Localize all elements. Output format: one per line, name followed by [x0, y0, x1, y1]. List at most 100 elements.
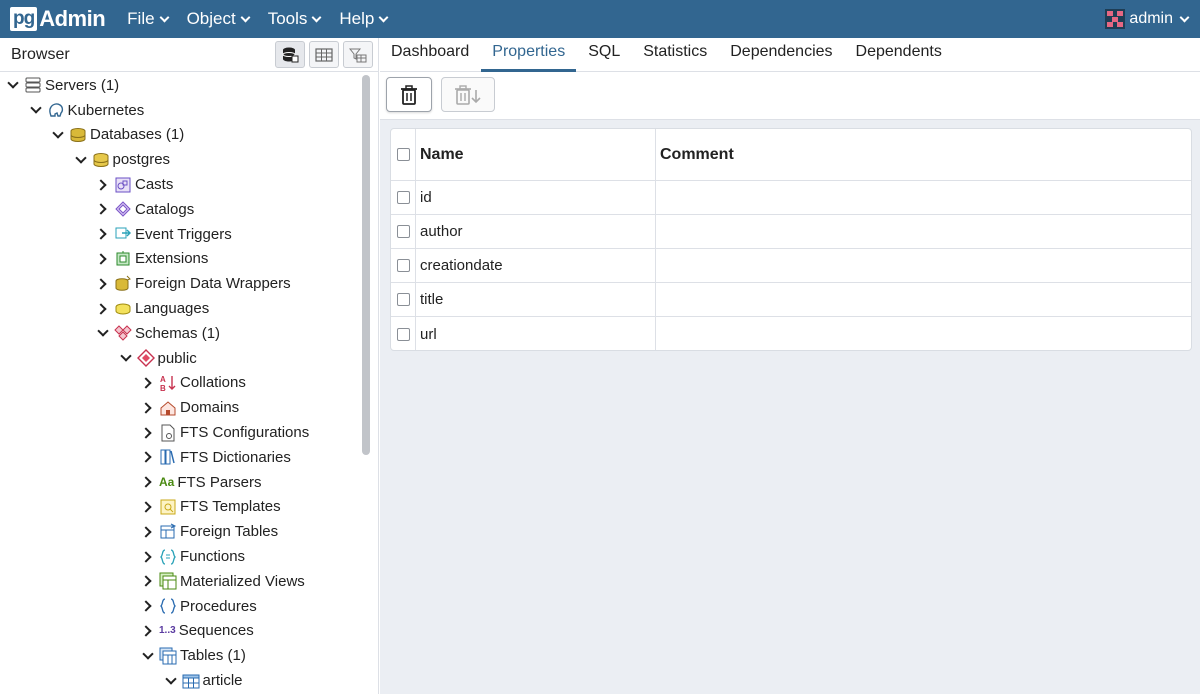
- chevron-right-icon[interactable]: [98, 204, 108, 214]
- row-checkbox[interactable]: [396, 293, 410, 306]
- chevron-down-icon[interactable]: [31, 105, 41, 115]
- tree-node[interactable]: Materialized Views: [0, 569, 362, 594]
- table-row[interactable]: id: [391, 181, 1191, 215]
- tree-node[interactable]: postgres: [0, 147, 362, 172]
- tree-node[interactable]: Event Triggers: [0, 222, 362, 247]
- chevron-right-icon[interactable]: [143, 527, 153, 537]
- row-select-cell: [391, 249, 416, 282]
- chevron-right-icon[interactable]: [98, 180, 108, 190]
- row-checkbox[interactable]: [396, 225, 410, 238]
- tree-node[interactable]: FTS Dictionaries: [0, 445, 362, 470]
- chevron-right-icon[interactable]: [143, 626, 153, 636]
- languages-icon: [114, 300, 132, 318]
- delete-button[interactable]: [386, 77, 432, 112]
- tree-node[interactable]: Procedures: [0, 594, 362, 619]
- chevron-right-icon[interactable]: [143, 601, 153, 611]
- row-checkbox[interactable]: [396, 191, 410, 204]
- tree-node[interactable]: A B Collations: [0, 371, 362, 396]
- tab-properties[interactable]: Properties: [481, 37, 577, 72]
- filtered-rows-button[interactable]: [343, 41, 373, 68]
- chevron-right-icon[interactable]: [98, 304, 108, 314]
- tree-node[interactable]: Functions: [0, 544, 362, 569]
- tree-node[interactable]: Domains: [0, 395, 362, 420]
- chevron-down-icon[interactable]: [8, 80, 18, 90]
- tree-node-label: Extensions: [135, 250, 209, 268]
- chevron-down-icon[interactable]: [166, 676, 176, 686]
- tree-node[interactable]: Databases (1): [0, 123, 362, 148]
- database-query-icon: [282, 47, 299, 62]
- chevron-right-icon[interactable]: [143, 452, 153, 462]
- cell-name: author: [416, 215, 656, 248]
- chevron-down-icon[interactable]: [53, 130, 63, 140]
- menu-object-label: Object: [186, 9, 236, 28]
- chevron-right-icon[interactable]: [98, 229, 108, 239]
- chevron-right-icon[interactable]: [98, 279, 108, 289]
- chevron-right-icon[interactable]: [143, 477, 153, 487]
- tree-node[interactable]: Foreign Data Wrappers: [0, 271, 362, 296]
- tree-node[interactable]: FTS Templates: [0, 495, 362, 520]
- tab-statistics[interactable]: Statistics: [632, 37, 718, 71]
- tree-node[interactable]: Foreign Tables: [0, 519, 362, 544]
- tree-node[interactable]: Catalogs: [0, 197, 362, 222]
- row-checkbox[interactable]: [396, 259, 410, 272]
- pgadmin-logo[interactable]: pg Admin: [10, 6, 106, 32]
- tree-node[interactable]: Extensions: [0, 247, 362, 272]
- tree-node[interactable]: 1..3 Sequences: [0, 619, 362, 644]
- tree-node[interactable]: Schemas (1): [0, 321, 362, 346]
- tree-scrollbar[interactable]: [362, 75, 370, 693]
- tree-node[interactable]: Kubernetes: [0, 98, 362, 123]
- table-row[interactable]: creationdate: [391, 249, 1191, 283]
- chevron-right-icon[interactable]: [143, 502, 153, 512]
- tree-node-label: Foreign Tables: [180, 523, 279, 541]
- chevron-down-icon[interactable]: [98, 328, 108, 338]
- svg-text:A: A: [160, 375, 166, 384]
- table-row[interactable]: title: [391, 283, 1191, 317]
- row-checkbox[interactable]: [396, 327, 410, 341]
- menu-tools[interactable]: Tools: [268, 9, 322, 29]
- view-data-button[interactable]: [309, 41, 339, 68]
- tree-node-label: FTS Templates: [180, 498, 281, 516]
- chevron-down-icon: [159, 12, 170, 22]
- tree-node[interactable]: Tables (1): [0, 643, 362, 668]
- tree-node-label: FTS Parsers: [177, 473, 262, 491]
- tree-node[interactable]: FTS Configurations: [0, 420, 362, 445]
- database-icon: [92, 151, 110, 169]
- tree-node-label: Catalogs: [135, 200, 195, 218]
- chevron-right-icon[interactable]: [98, 254, 108, 264]
- domains-icon: [159, 399, 177, 417]
- tree-node[interactable]: Servers (1): [0, 73, 362, 98]
- header-comment[interactable]: Comment: [656, 129, 1191, 180]
- svg-text:B: B: [160, 384, 166, 392]
- chevron-right-icon[interactable]: [143, 552, 153, 562]
- menu-file[interactable]: File: [127, 9, 170, 29]
- table-row[interactable]: author: [391, 215, 1191, 249]
- filter-table-icon: [349, 48, 367, 62]
- chevron-right-icon[interactable]: [143, 403, 153, 413]
- tab-sql[interactable]: SQL: [577, 37, 631, 71]
- tab-dependencies[interactable]: Dependencies: [719, 37, 843, 71]
- tree-node[interactable]: article: [0, 668, 362, 693]
- tree-node[interactable]: Casts: [0, 172, 362, 197]
- user-menu[interactable]: admin: [1105, 0, 1190, 38]
- header-name[interactable]: Name: [416, 129, 656, 180]
- chevron-down-icon[interactable]: [76, 155, 86, 165]
- chevron-right-icon[interactable]: [143, 428, 153, 438]
- menu-object[interactable]: Object: [186, 9, 251, 29]
- tree-node-label: Functions: [180, 548, 246, 566]
- query-tool-button[interactable]: [275, 41, 305, 68]
- menu-help[interactable]: Help: [339, 9, 389, 29]
- chevron-right-icon[interactable]: [143, 576, 153, 586]
- chevron-down-icon[interactable]: [143, 651, 153, 661]
- chevron-down-icon[interactable]: [121, 353, 131, 363]
- select-all-checkbox[interactable]: [396, 148, 410, 161]
- chevron-right-icon[interactable]: [143, 378, 153, 388]
- tree-node[interactable]: Aa FTS Parsers: [0, 470, 362, 495]
- tab-dependents[interactable]: Dependents: [845, 37, 953, 71]
- cell-comment: [656, 283, 1191, 316]
- tree-node[interactable]: public: [0, 346, 362, 371]
- table-row[interactable]: url: [391, 317, 1191, 350]
- delete-cascade-button[interactable]: [441, 77, 495, 112]
- tab-dashboard[interactable]: Dashboard: [380, 37, 480, 71]
- tree-node[interactable]: Languages: [0, 296, 362, 321]
- tree-scroll-thumb[interactable]: [362, 75, 370, 455]
